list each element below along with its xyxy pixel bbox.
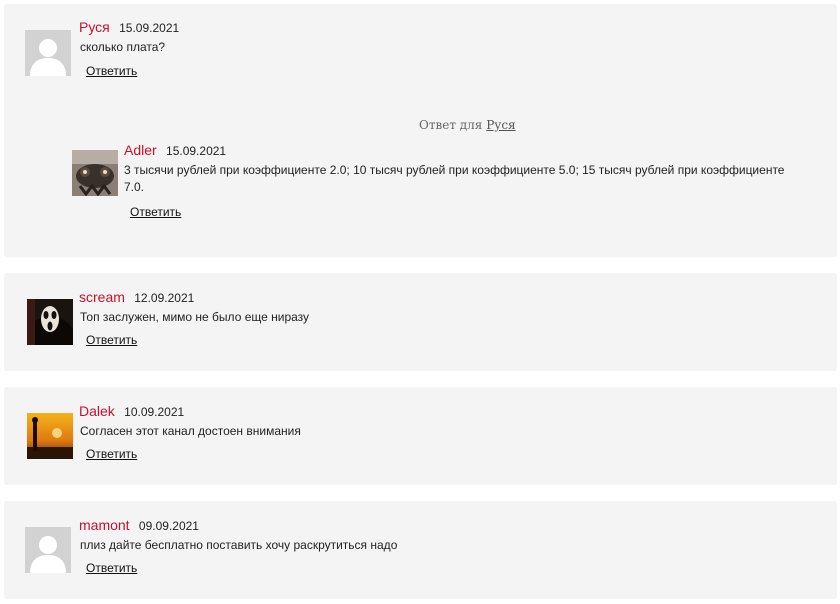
comment-card: Руся 15.09.2021 сколько плата? Ответить … [4,4,837,257]
comment-date: 10.09.2021 [124,405,185,419]
comment-card: mamont 09.09.2021 плиз дайте бесплатно п… [4,501,837,599]
reply-button[interactable]: Ответить [86,64,137,78]
comment-date: 09.09.2021 [138,519,199,533]
comment-card: scream 12.09.2021 Топ заслужен, мимо не … [4,273,837,371]
reply-date: 15.09.2021 [166,144,227,158]
reply-button[interactable]: Ответить [86,333,137,347]
comment-date: 12.09.2021 [134,291,195,305]
default-avatar-icon [25,527,71,573]
reply-button[interactable]: Ответить [86,561,137,575]
reply-button[interactable]: Ответить [86,447,137,461]
default-avatar-icon [25,30,71,76]
comment-text: Согласен этот канал достоен внимания [80,424,301,438]
comment-text: плиз дайте бесплатно поставить хочу раск… [80,538,398,552]
comment-card: Dalek 10.09.2021 Согласен этот канал дос… [4,387,837,485]
reply-to-prefix: Ответ для [419,118,483,132]
sunset-photo-avatar [27,413,73,459]
reply-button[interactable]: Ответить [130,205,181,219]
reply-author[interactable]: Adler [124,142,157,158]
reply-to-label: Ответ для Руся [419,118,516,132]
comment-text: Топ заслужен, мимо не было еще ниразу [80,310,310,324]
animal-photo-avatar [72,150,118,196]
comment-author[interactable]: mamont [79,517,130,533]
reply-text: 3 тысячи рублей при коэффициенте 2.0; 10… [124,163,785,194]
scream-mask-avatar [27,299,73,345]
comment-text: сколько плата? [80,40,166,54]
comment-author[interactable]: scream [79,289,125,305]
reply-to-user-link[interactable]: Руся [486,118,515,132]
comment-author[interactable]: Dalek [79,403,115,419]
comment-author[interactable]: Руся [79,19,110,35]
comment-date: 15.09.2021 [119,21,180,35]
